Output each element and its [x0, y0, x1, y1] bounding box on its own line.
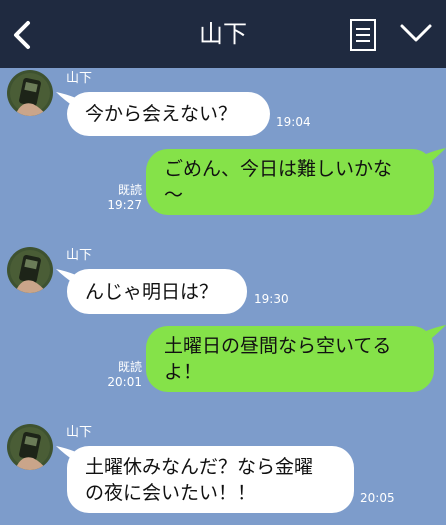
message-text-line: の夜に会いたい！！: [85, 481, 257, 504]
chat-title: 山下: [199, 20, 247, 48]
bubble-tail: [426, 148, 446, 166]
message-text-line: ごめん、今日は難しいかな: [164, 158, 393, 180]
sender-name: 山下: [66, 425, 93, 440]
expand-button[interactable]: [398, 20, 438, 54]
message-text-line: 土曜休みなんだ？なら金曜: [85, 455, 314, 478]
read-receipt: 既読: [117, 360, 142, 374]
message-text-line: 土曜日の昼間なら空いてる: [164, 335, 392, 357]
chat-header: 山下: [0, 0, 446, 68]
message-bubble-incoming[interactable]: 今から会えない？: [67, 92, 270, 136]
chevron-left-icon: [14, 21, 30, 49]
message-text: 今から会えない？: [85, 103, 238, 125]
message-text-line: 〜: [164, 184, 184, 206]
message-time: 19:30: [254, 292, 289, 306]
avatar-image: [7, 424, 53, 470]
message-bubble-incoming[interactable]: んじゃ明日は？: [67, 269, 247, 314]
message-time: 20:05: [360, 491, 395, 505]
sender-name: 山下: [66, 248, 93, 263]
chevron-down-icon: [400, 24, 432, 42]
back-button[interactable]: [0, 0, 46, 68]
avatar-image: [7, 70, 53, 116]
message-time: 19:27: [107, 198, 142, 212]
message-bubble-outgoing[interactable]: 土曜日の昼間なら空いてる よ！: [146, 326, 434, 392]
message-text-line: よ！: [164, 361, 203, 383]
message-bubble-incoming[interactable]: 土曜休みなんだ？なら金曜 の夜に会いたい！！: [67, 446, 354, 513]
bubble-tail: [426, 325, 446, 343]
avatar[interactable]: [7, 424, 53, 470]
message-text: んじゃ明日は？: [85, 280, 219, 303]
avatar[interactable]: [7, 247, 53, 293]
avatar[interactable]: [7, 70, 53, 116]
notes-button[interactable]: [348, 18, 382, 52]
avatar-image: [7, 247, 53, 293]
message-bubble-outgoing[interactable]: ごめん、今日は難しいかな 〜: [146, 149, 434, 215]
sender-name: 山下: [66, 71, 93, 86]
read-receipt: 既読: [117, 183, 142, 197]
message-time: 20:01: [107, 375, 142, 389]
notes-icon: [350, 19, 376, 51]
message-time: 19:04: [276, 115, 311, 129]
